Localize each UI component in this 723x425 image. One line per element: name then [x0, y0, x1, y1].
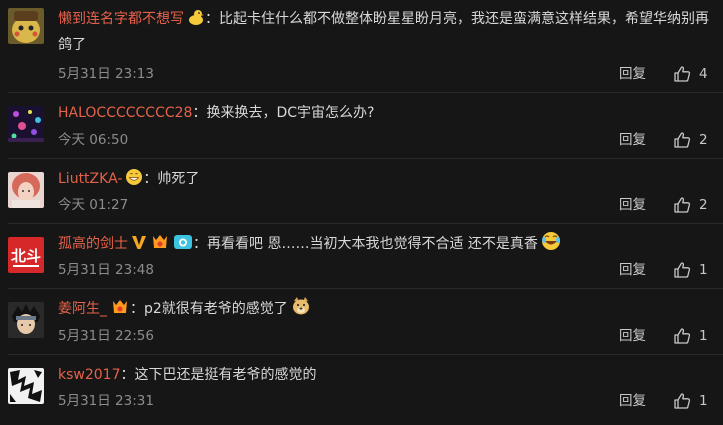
comment-timestamp: 今天 06:50 — [58, 132, 129, 148]
reply-button[interactable]: 回复 — [619, 326, 646, 346]
comment-text: 姜阿生_ ：p2就很有老爷的感觉了 — [58, 295, 709, 323]
vip-badge-icon — [110, 298, 130, 316]
like-button[interactable]: 4 — [673, 64, 708, 84]
vip-badge-icon — [150, 233, 170, 251]
user-avatar[interactable] — [8, 172, 44, 208]
thumbs-up-icon — [673, 131, 691, 149]
like-button[interactable]: 1 — [673, 326, 708, 346]
duck-emoji-icon — [187, 8, 205, 26]
comment-text: ksw2017：这下巴还是挺有老爷的感觉的 — [58, 367, 317, 383]
like-button[interactable]: 1 — [673, 391, 708, 411]
username-link[interactable]: ksw2017 — [58, 367, 120, 383]
like-button[interactable]: 1 — [673, 260, 708, 280]
divider — [8, 288, 723, 289]
comment-content: 再看看吧 恩……当初大本我也觉得不合适 还不是真香 — [207, 236, 538, 252]
thumbs-up-icon — [673, 196, 691, 214]
verified-v-icon — [131, 233, 147, 251]
comment-timestamp: 5月31日 23:48 — [58, 262, 154, 278]
reply-button[interactable]: 回复 — [619, 64, 646, 84]
user-avatar[interactable]: 北斗 — [8, 237, 44, 273]
thumbs-up-icon — [673, 327, 691, 345]
thumbs-up-icon — [673, 392, 691, 410]
divider — [8, 354, 723, 355]
comment-content: 帅死了 — [157, 171, 200, 187]
reply-button[interactable]: 回复 — [619, 195, 646, 215]
like-count: 1 — [699, 262, 708, 278]
comment-content: 换来换去，DC宇宙怎么办? — [206, 105, 375, 121]
like-count: 1 — [699, 393, 708, 409]
doge-emoji-icon — [291, 296, 311, 316]
comment-timestamp: 今天 01:27 — [58, 197, 129, 213]
username-link[interactable]: LiuttZKA- — [58, 171, 122, 187]
like-count: 2 — [699, 132, 708, 148]
username-link[interactable]: HALOCCCCCCCC28 — [58, 105, 192, 121]
user-avatar[interactable] — [8, 8, 44, 44]
divider — [8, 92, 723, 93]
divider — [8, 158, 723, 159]
laugh-cry-emoji-icon — [541, 231, 561, 251]
like-count: 1 — [699, 328, 708, 344]
camera-icon — [173, 233, 193, 251]
comment-text: 懒到连名字都不想写 ：比起卡住什么都不做整体盼星星盼月亮，我还是蛮满意这样结果，希… — [58, 6, 709, 58]
thumbs-up-icon — [673, 65, 691, 83]
username-link[interactable]: 姜阿生_ — [58, 301, 107, 317]
username-link[interactable]: 懒到连名字都不想写 — [58, 11, 184, 27]
thumbs-up-icon — [673, 261, 691, 279]
like-button[interactable]: 2 — [673, 130, 708, 150]
user-avatar[interactable] — [8, 106, 44, 142]
user-avatar[interactable] — [8, 368, 44, 404]
reply-button[interactable]: 回复 — [619, 391, 646, 411]
reply-button[interactable]: 回复 — [619, 260, 646, 280]
comment-content: p2就很有老爷的感觉了 — [144, 301, 288, 317]
like-count: 4 — [699, 66, 708, 82]
username-link[interactable]: 孤高的剑士 — [58, 236, 128, 252]
like-count: 2 — [699, 197, 708, 213]
comment-timestamp: 5月31日 22:56 — [58, 328, 154, 344]
user-avatar[interactable] — [8, 302, 44, 338]
comment-text: HALOCCCCCCCC28：换来换去，DC宇宙怎么办? — [58, 105, 375, 121]
comment-content: 这下巴还是挺有老爷的感觉的 — [134, 367, 317, 383]
divider — [8, 223, 723, 224]
comment-text: 孤高的剑士 ：再看看吧 恩……当初大本我也觉得不合适 还不是真香 — [58, 230, 709, 258]
grin-emoji-icon — [125, 168, 143, 186]
comment-timestamp: 5月31日 23:31 — [58, 393, 154, 409]
svg-text:北斗: 北斗 — [11, 247, 41, 265]
like-button[interactable]: 2 — [673, 195, 708, 215]
reply-button[interactable]: 回复 — [619, 130, 646, 150]
comment-text: LiuttZKA- ：帅死了 — [58, 165, 709, 193]
comment-timestamp: 5月31日 23:13 — [58, 66, 154, 82]
